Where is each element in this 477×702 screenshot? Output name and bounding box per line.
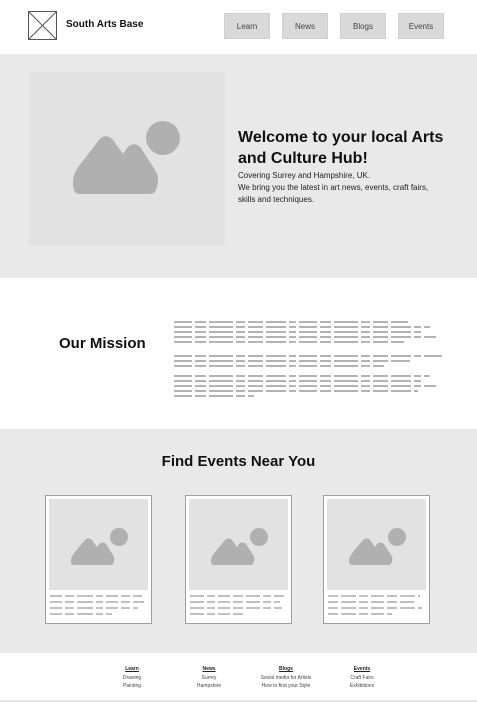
footer-heading-blogs[interactable]: Blogs	[251, 665, 321, 674]
hero-section: Welcome to your local Arts and Culture H…	[0, 54, 477, 278]
nav-blogs-button[interactable]: Blogs	[340, 13, 386, 39]
event-card-text-placeholder	[190, 595, 284, 615]
footer-link[interactable]: How to find your Style	[251, 682, 321, 691]
footer-heading-learn[interactable]: Learn	[97, 665, 167, 674]
nav-news-button[interactable]: News	[282, 13, 328, 39]
footer-column-learn: Learn Drawing Painting	[97, 665, 167, 691]
site-footer: Learn Drawing Painting News Surrey Hamps…	[0, 653, 477, 702]
hero-subtitle-line2: We bring you the latest in art news, eve…	[238, 183, 429, 204]
site-header: South Arts Base Learn News Blogs Events	[0, 0, 477, 54]
footer-link[interactable]: Social media for Artists	[251, 674, 321, 683]
mission-title: Our Mission	[59, 335, 146, 352]
hero-subtitle: Covering Surrey and Hampshire, UK. We br…	[238, 170, 438, 206]
site-name[interactable]: South Arts Base	[66, 19, 143, 30]
image-placeholder-icon	[211, 528, 268, 565]
footer-link[interactable]: Surrey	[174, 674, 244, 683]
footer-link[interactable]: Craft Fairs	[327, 674, 397, 683]
event-card-text-placeholder	[50, 595, 144, 615]
event-card[interactable]	[185, 495, 292, 624]
footer-column-blogs: Blogs Social media for Artists How to fi…	[251, 665, 321, 691]
image-placeholder-icon	[71, 528, 128, 565]
hero-subtitle-line1: Covering Surrey and Hampshire, UK.	[238, 171, 371, 180]
event-card-image-placeholder	[49, 499, 148, 590]
footer-heading-events[interactable]: Events	[327, 665, 397, 674]
hero-title: Welcome to your local Arts and Culture H…	[238, 129, 444, 167]
events-section: Find Events Near You	[0, 429, 477, 653]
event-card[interactable]	[323, 495, 430, 624]
event-card-image-placeholder	[189, 499, 288, 590]
footer-heading-news[interactable]: News	[174, 665, 244, 674]
mission-section: Our Mission	[0, 278, 477, 429]
image-placeholder-icon	[349, 528, 406, 565]
nav-events-button[interactable]: Events	[398, 13, 444, 39]
footer-link[interactable]: Drawing	[97, 674, 167, 683]
footer-link[interactable]: Painting	[97, 682, 167, 691]
event-card-image-placeholder	[327, 499, 426, 590]
footer-column-events: Events Craft Fairs Exhibitions	[327, 665, 397, 691]
footer-link[interactable]: Hampshire	[174, 682, 244, 691]
event-card-text-placeholder	[328, 595, 422, 615]
hero-image-placeholder	[29, 72, 225, 245]
mission-text-placeholder	[174, 321, 442, 397]
nav-learn-button[interactable]: Learn	[224, 13, 270, 39]
footer-column-news: News Surrey Hampshire	[174, 665, 244, 691]
footer-link[interactable]: Exhibitions	[327, 682, 397, 691]
image-placeholder-icon	[73, 121, 180, 194]
event-card[interactable]	[45, 495, 152, 624]
logo-placeholder-icon[interactable]	[28, 11, 57, 40]
events-title: Find Events Near You	[161, 453, 316, 470]
